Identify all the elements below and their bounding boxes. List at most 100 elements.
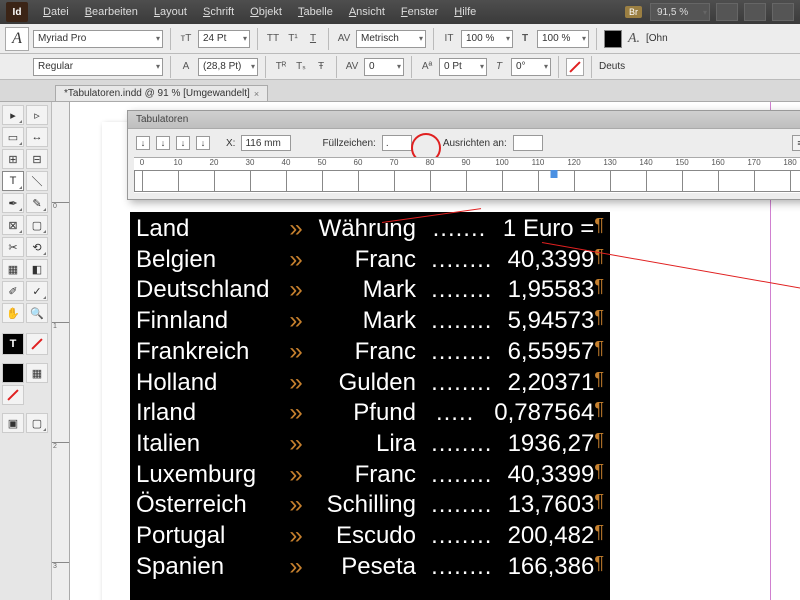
- free-transform-tool[interactable]: ⟲: [26, 237, 48, 257]
- pen-tool[interactable]: ✒: [2, 193, 24, 213]
- font-size-icon: тT: [178, 31, 194, 47]
- hand-tool[interactable]: ✋: [2, 303, 24, 323]
- table-row: Irland»Pfund.....0,787564¶: [136, 398, 604, 429]
- character-mode-icon[interactable]: A: [5, 27, 29, 51]
- menu-bearbeiten[interactable]: Bearbeiten: [78, 4, 145, 20]
- tab-x-label: X:: [226, 138, 235, 149]
- panel-menu-icon[interactable]: ≡: [792, 135, 800, 151]
- menu-layout[interactable]: Layout: [147, 4, 194, 20]
- skew-field[interactable]: 0°: [511, 58, 551, 76]
- indesign-logo-icon: Id: [6, 2, 28, 22]
- zoom-tool[interactable]: 🔍: [26, 303, 48, 323]
- content-collector-tool[interactable]: ⊞: [2, 149, 24, 169]
- baseline-field[interactable]: 0 Pt: [439, 58, 487, 76]
- document-tab-title: *Tabulatoren.indd @ 91 % [Umgewandelt]: [64, 88, 250, 99]
- table-row: Luxemburg»Franc........40,3399¶: [136, 460, 604, 491]
- fill-stroke-swatch[interactable]: T: [2, 333, 24, 355]
- tab-left-icon[interactable]: ↓: [136, 136, 150, 150]
- menu-ansicht[interactable]: Ansicht: [342, 4, 392, 20]
- type-tool[interactable]: T: [2, 171, 24, 191]
- table-row: Belgien»Franc........40,3399¶: [136, 245, 604, 276]
- tab-leader-field[interactable]: .: [382, 135, 412, 151]
- font-family-dropdown[interactable]: Myriad Pro: [33, 30, 163, 48]
- table-row: Holland»Gulden........2,20371¶: [136, 368, 604, 399]
- scissors-tool[interactable]: ✂: [2, 237, 24, 257]
- page-tool[interactable]: ▭: [2, 127, 24, 147]
- tab-center-icon[interactable]: ↓: [156, 136, 170, 150]
- menu-fenster[interactable]: Fenster: [394, 4, 445, 20]
- menu-datei[interactable]: Datei: [36, 4, 76, 20]
- kerning-dropdown[interactable]: Metrisch: [356, 30, 426, 48]
- tab-right-icon[interactable]: ↓: [176, 136, 190, 150]
- rectangle-frame-tool[interactable]: ⊠: [2, 215, 24, 235]
- gap-tool[interactable]: ↔: [26, 127, 48, 147]
- eyedropper-tool[interactable]: ✓: [26, 281, 48, 301]
- screen-mode-icon[interactable]: [716, 3, 738, 21]
- tab-decimal-icon[interactable]: ↓: [196, 136, 210, 150]
- menu-objekt[interactable]: Objekt: [243, 4, 289, 20]
- tab-align-field[interactable]: [513, 135, 543, 151]
- note-tool[interactable]: ✐: [2, 281, 24, 301]
- strikethrough-icon[interactable]: Ŧ: [313, 59, 329, 75]
- tracking-field[interactable]: 0: [364, 58, 404, 76]
- underline-icon[interactable]: T: [305, 31, 321, 47]
- normal-view-icon[interactable]: ▣: [2, 413, 24, 433]
- no-stroke-icon[interactable]: [566, 58, 584, 76]
- document-tab[interactable]: *Tabulatoren.indd @ 91 % [Umgewandelt] ×: [55, 85, 268, 101]
- menu-hilfe[interactable]: Hilfe: [447, 4, 483, 20]
- tabs-panel-controls: ↓ ↓ ↓ ↓ X: 116 mm Füllzeichen: . Ausrich…: [128, 129, 800, 157]
- font-size-field[interactable]: 24 Pt: [198, 30, 250, 48]
- vscale-icon: IT: [441, 31, 457, 47]
- leading-field[interactable]: (28,8 Pt): [198, 58, 258, 76]
- toolbox: ▸▹ ▭↔ ⊞⊟ T＼ ✒✎ ⊠▢ ✂⟲ ▦◧ ✐✓ ✋🔍 T ▦ ▣▢: [0, 102, 52, 600]
- allcaps-icon[interactable]: TT: [265, 31, 281, 47]
- control-bar-2: Regular A (28,8 Pt) Tᴿ Tₛ Ŧ AV 0 Aª 0 Pt…: [0, 54, 800, 80]
- fill-color-swatch[interactable]: [604, 30, 622, 48]
- tab-x-field[interactable]: 116 mm: [241, 135, 291, 151]
- leading-icon: A: [178, 59, 194, 75]
- table-row: Portugal»Escudo........200,482¶: [136, 521, 604, 552]
- direct-selection-tool[interactable]: ▹: [26, 105, 48, 125]
- arrange-icon[interactable]: [744, 3, 766, 21]
- menu-schrift[interactable]: Schrift: [196, 4, 241, 20]
- control-bar-1: A Myriad Pro тT 24 Pt TT T¹ T AV Metrisc…: [0, 24, 800, 54]
- vert-scale-field[interactable]: 100 %: [461, 30, 513, 48]
- subscript-icon[interactable]: Tₛ: [293, 59, 309, 75]
- tab-stop-marker[interactable]: [551, 170, 558, 178]
- content-placer-tool[interactable]: ⊟: [26, 149, 48, 169]
- menu-tabelle[interactable]: Tabelle: [291, 4, 340, 20]
- rectangle-tool[interactable]: ▢: [26, 215, 48, 235]
- horiz-scale-field[interactable]: 100 %: [537, 30, 589, 48]
- gradient-swatch-tool[interactable]: ▦: [2, 259, 24, 279]
- line-tool[interactable]: ＼: [26, 171, 48, 191]
- apply-none-icon[interactable]: [2, 385, 24, 405]
- table-row: Frankreich»Franc........6,55957¶: [136, 337, 604, 368]
- text-frame[interactable]: Land» Währung ....... 1 Euro =¶ Belgien»…: [130, 212, 610, 600]
- tabs-panel-title: Tabulatoren: [128, 111, 800, 129]
- canvas[interactable]: 0 1 2 3 Tabulatoren ↓ ↓ ↓ ↓ X: 116 mm Fü…: [52, 102, 800, 600]
- swap-fill-stroke-icon[interactable]: [26, 333, 48, 355]
- language-label[interactable]: Deuts: [599, 61, 625, 72]
- smallcaps-icon[interactable]: Tᴿ: [273, 59, 289, 75]
- font-style-dropdown[interactable]: Regular: [33, 58, 163, 76]
- tab-ruler[interactable]: 0102030405060708090100110120130140150160…: [134, 157, 800, 193]
- close-tab-icon[interactable]: ×: [254, 89, 259, 99]
- gradient-feather-tool[interactable]: ◧: [26, 259, 48, 279]
- tab-leader-label: Füllzeichen:: [322, 138, 375, 149]
- char-style-label: [Ohn: [646, 33, 668, 44]
- preview-mode-icon[interactable]: ▢: [26, 413, 48, 433]
- view-options-icon[interactable]: [772, 3, 794, 21]
- selection-tool[interactable]: ▸: [2, 105, 24, 125]
- zoom-level-dropdown[interactable]: 91,5 %: [650, 3, 710, 21]
- table-header-row: Land» Währung ....... 1 Euro =¶: [136, 214, 604, 245]
- table-row: Finnland»Mark........5,94573¶: [136, 306, 604, 337]
- table-row: Österreich»Schilling........13,7603¶: [136, 490, 604, 521]
- bridge-icon[interactable]: Br: [625, 6, 642, 18]
- superscript-icon[interactable]: T¹: [285, 31, 301, 47]
- pencil-tool[interactable]: ✎: [26, 193, 48, 213]
- apply-gradient-icon[interactable]: ▦: [26, 363, 48, 383]
- table-row: Spanien»Peseta........166,386¶: [136, 552, 604, 583]
- apply-color-icon[interactable]: [2, 363, 24, 383]
- tabs-panel[interactable]: Tabulatoren ↓ ↓ ↓ ↓ X: 116 mm Füllzeiche…: [127, 110, 800, 200]
- tracking-icon: AV: [344, 59, 360, 75]
